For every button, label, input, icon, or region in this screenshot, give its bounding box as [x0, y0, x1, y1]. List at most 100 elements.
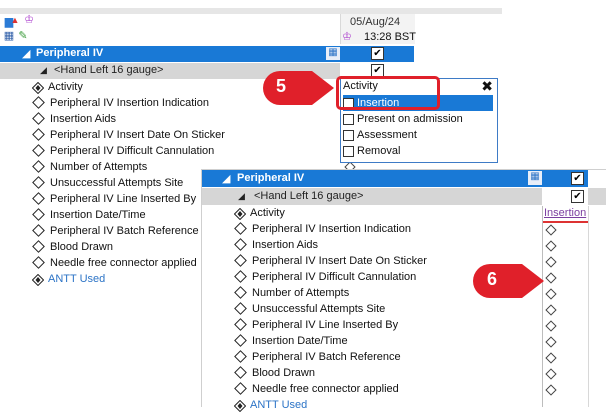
row-number-of-attempts[interactable]: Number of Attempts — [30, 159, 147, 175]
row-label: Unsuccessful Attempts Site — [50, 177, 184, 189]
row-peripheral-iv-insertion-indication[interactable]: Peripheral IV Insertion Indication — [232, 221, 411, 237]
row-antt-used[interactable]: ANTT Used — [30, 271, 105, 287]
section-header[interactable]: ◢ Peripheral IV ▦ — [202, 170, 606, 187]
diamond-icon — [32, 176, 45, 189]
callout-number: 5 — [276, 76, 287, 96]
toolbar-icons: ▆ ▲ ♔ ▦ ✎ — [2, 14, 42, 48]
callout-5: 5 — [262, 70, 334, 105]
row-peripheral-iv-insert-date-on-sticker[interactable]: Peripheral IV Insert Date On Sticker — [232, 253, 427, 269]
row-insertion-aids[interactable]: Insertion Aids — [232, 237, 318, 253]
value-diamond-icon[interactable] — [545, 224, 557, 236]
row-peripheral-iv-batch-reference[interactable]: Peripheral IV Batch Reference — [30, 223, 199, 239]
row-needle-free-connector-applied[interactable]: Needle free connector applied — [232, 381, 399, 397]
grid-icon[interactable]: ▦ — [2, 30, 16, 42]
collapse-icon[interactable]: ◢ — [222, 172, 230, 185]
row-number-of-attempts[interactable]: Number of Attempts — [232, 285, 349, 301]
close-icon[interactable]: ✖ — [481, 78, 493, 95]
diamond-icon — [32, 224, 45, 237]
row-insertion-date-time[interactable]: Insertion Date/Time — [30, 207, 146, 223]
row-activity[interactable]: Activity — [232, 205, 285, 221]
row-label: Number of Attempts — [252, 287, 350, 299]
people-icon[interactable]: ♔ — [22, 14, 36, 26]
option-removal[interactable]: Removal — [343, 143, 493, 159]
row-label: Peripheral IV Insertion Indication — [252, 223, 411, 235]
collapse-icon[interactable]: ◢ — [40, 65, 47, 76]
activity-value[interactable]: Insertion — [543, 206, 588, 223]
section-header[interactable]: ◢ Peripheral IV ▦ — [0, 46, 414, 62]
value-diamond-icon[interactable] — [545, 352, 557, 364]
column-time: 13:28 BST — [364, 31, 416, 43]
row-blood-drawn[interactable]: Blood Drawn — [30, 239, 113, 255]
value-diamond-icon[interactable] — [545, 368, 557, 380]
row-peripheral-iv-difficult-cannulation[interactable]: Peripheral IV Difficult Cannulation — [232, 269, 416, 285]
highlight-box — [336, 76, 440, 110]
row-label: Activity — [250, 207, 285, 219]
callout-shape — [473, 264, 544, 298]
checkbox[interactable] — [343, 113, 354, 125]
row-label: Peripheral IV Difficult Cannulation — [252, 271, 417, 283]
row-peripheral-iv-batch-reference[interactable]: Peripheral IV Batch Reference — [232, 349, 401, 365]
group-checkbox[interactable]: ✔ — [571, 190, 584, 203]
flag-icon[interactable]: ▲ — [8, 14, 22, 26]
row-unsuccessful-attempts-site[interactable]: Unsuccessful Attempts Site — [30, 175, 183, 191]
row-blood-drawn[interactable]: Blood Drawn — [232, 365, 315, 381]
grid-icon[interactable]: ▦ — [528, 171, 542, 185]
callout-shape — [263, 71, 334, 105]
row-label: Peripheral IV Insertion Indication — [50, 97, 209, 109]
group-title: <Hand Left 16 gauge> — [254, 190, 364, 202]
diamond-icon — [32, 240, 45, 253]
diamond-icon — [234, 318, 247, 331]
row-antt-used[interactable]: ANTT Used — [232, 397, 307, 413]
row-label: Peripheral IV Line Inserted By — [50, 193, 197, 205]
value-diamond-icon[interactable] — [545, 336, 557, 348]
group-header[interactable]: ◢ <Hand Left 16 gauge> — [202, 188, 542, 205]
row-label: Unsuccessful Attempts Site — [252, 303, 386, 315]
section-title: Peripheral IV — [36, 47, 104, 59]
value-diamond-icon[interactable] — [545, 272, 557, 284]
scrollbar-top[interactable] — [0, 8, 502, 14]
grid-icon[interactable]: ▦ — [326, 47, 340, 60]
row-unsuccessful-attempts-site[interactable]: Unsuccessful Attempts Site — [232, 301, 385, 317]
row-label: Blood Drawn — [50, 241, 113, 253]
row-label: Peripheral IV Insert Date On Sticker — [252, 255, 427, 267]
value-diamond-icon[interactable] — [545, 384, 557, 396]
checkbox[interactable] — [343, 129, 354, 141]
value-diamond-icon[interactable] — [545, 240, 557, 252]
option-present-on-admission[interactable]: Present on admission — [343, 111, 493, 127]
row-label: Peripheral IV Batch Reference — [252, 351, 401, 363]
value-diamond-icon[interactable] — [545, 304, 557, 316]
option-assessment[interactable]: Assessment — [343, 127, 493, 143]
collapse-icon[interactable]: ◢ — [22, 47, 30, 60]
row-peripheral-iv-insert-date-on-sticker[interactable]: Peripheral IV Insert Date On Sticker — [30, 127, 225, 143]
row-peripheral-iv-insertion-indication[interactable]: Peripheral IV Insertion Indication — [30, 95, 209, 111]
collapse-icon[interactable]: ◢ — [238, 191, 245, 202]
checkbox[interactable] — [343, 145, 354, 157]
pencil-icon[interactable]: ✎ — [16, 30, 30, 42]
value-diamond-icon[interactable] — [545, 256, 557, 268]
row-insertion-date-time[interactable]: Insertion Date/Time — [232, 333, 348, 349]
row-label: Insertion Date/Time — [50, 209, 146, 221]
diamond-icon — [32, 192, 45, 205]
diamond-icon — [32, 160, 45, 173]
row-peripheral-iv-line-inserted-by[interactable]: Peripheral IV Line Inserted By — [30, 191, 196, 207]
value-diamond-icon[interactable] — [545, 320, 557, 332]
row-peripheral-iv-line-inserted-by[interactable]: Peripheral IV Line Inserted By — [232, 317, 398, 333]
column-separator — [588, 206, 589, 407]
callout-number: 6 — [487, 269, 498, 289]
column-separator — [542, 206, 543, 407]
row-needle-free-connector-applied[interactable]: Needle free connector applied — [30, 255, 197, 271]
section-checkbox[interactable]: ✔ — [571, 172, 584, 185]
row-label: Peripheral IV Insert Date On Sticker — [50, 129, 225, 141]
row-peripheral-iv-difficult-cannulation[interactable]: Peripheral IV Difficult Cannulation — [30, 143, 214, 159]
diamond-icon — [234, 366, 247, 379]
row-insertion-aids[interactable]: Insertion Aids — [30, 111, 116, 127]
diamond-icon — [32, 208, 45, 221]
section-checkbox[interactable]: ✔ — [371, 47, 384, 60]
value-diamond-icon[interactable] — [545, 288, 557, 300]
row-label: Needle free connector applied — [50, 257, 197, 269]
right-cell — [588, 188, 606, 205]
row-label: Number of Attempts — [50, 161, 148, 173]
diamond-icon — [234, 302, 247, 315]
diamond-icon — [32, 144, 45, 157]
row-activity[interactable]: Activity — [30, 79, 83, 95]
